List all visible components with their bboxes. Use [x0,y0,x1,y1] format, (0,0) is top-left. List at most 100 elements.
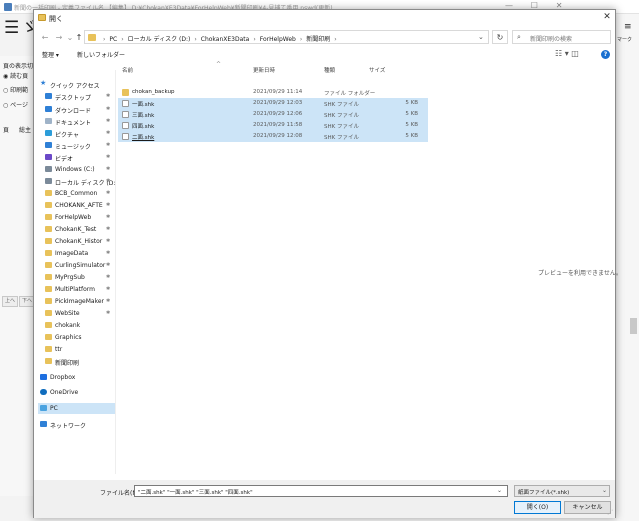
file-date: 2021/09/29 11:14 [253,89,303,95]
file-type: SHK ファイル [324,113,359,119]
nav-item[interactable]: ImageData ✱ [38,248,115,259]
folder-icon [45,238,52,244]
cancel-button[interactable]: キャンセル [564,501,611,514]
bg-label: 頁の表示切 [3,63,34,70]
nav-item[interactable]: ドキュメント ✱ [38,116,115,127]
chevron-down-icon[interactable]: ⌄ [478,33,484,41]
folder-icon [45,202,52,208]
chevron-down-icon[interactable]: ⌄ [602,487,607,494]
nav-item[interactable]: ChokanK_Test ✱ [38,224,115,235]
file-icon [122,122,129,129]
nav-item[interactable]: PickImageMaker ✱ [38,296,115,307]
nav-item[interactable]: ttr [38,344,115,355]
help-icon[interactable]: ? [601,50,610,59]
preview-message: プレビューを利用できません。 [538,270,622,277]
dialog-title: 開く [49,15,63,23]
folder-icon [122,89,129,96]
nav-item[interactable]: MultiPlatform ✱ [38,284,115,295]
toolbar: 整理 ▾ 新しいフォルダー ☷ ▾ ◫ ? [34,48,615,62]
nav-item-label: MultiPlatform [55,286,95,293]
nav-item[interactable]: 新聞印刷 [38,356,115,367]
file-date: 2021/09/29 12:08 [253,133,303,139]
file-type-select[interactable]: 紙面ファイル(*.shk) [514,485,610,497]
refresh-icon[interactable]: ↻ [492,30,508,44]
forward-arrow-icon[interactable]: → [54,32,64,44]
file-row[interactable]: 一面.shk 2021/09/29 12:03 SHK ファイル 5 KB [118,98,428,109]
file-type: SHK ファイル [324,124,359,130]
open-button[interactable]: 開く(O) [514,501,561,514]
nav-item[interactable]: ChokanK_Histor ✱ [38,236,115,247]
column-name[interactable]: 名前 [122,66,133,74]
view-options-icon[interactable]: ☷ ▾ ◫ [555,49,579,58]
nav-item-label: ピクチャ [55,132,79,139]
breadcrumb-forhelpweb[interactable]: ForHelpWeb [260,36,296,43]
pin-icon: ✱ [106,202,111,208]
desktop-icon [45,93,52,99]
search-icon: ⌕ [517,33,521,41]
file-row[interactable]: 三面.shk 2021/09/29 12:06 SHK ファイル 5 KB [118,109,428,120]
resize-grip-icon[interactable]: ⋰ [607,509,613,516]
file-date: 2021/09/29 12:06 [253,111,303,117]
folder-icon [45,274,52,280]
folder-icon [38,14,46,21]
breadcrumb-current-folder[interactable]: 新聞印刷 [306,36,330,43]
hamburger-icon[interactable]: ☰ [4,20,19,37]
nav-item-label: ミュージック [55,144,91,151]
up-button[interactable]: 上へ [2,296,18,307]
nav-item[interactable]: ピクチャ ✱ [38,128,115,139]
nav-item[interactable]: CurlingSimulator ✱ [38,260,115,271]
file-row[interactable]: 二面.shk 2021/09/29 12:08 SHK ファイル 5 KB [118,131,428,142]
nav-item-label: ForHelpWeb [55,214,92,221]
back-arrow-icon[interactable]: ← [40,32,50,44]
chevron-down-icon[interactable]: ⌄ [497,487,502,494]
breadcrumb-pc[interactable]: PC [109,36,117,43]
nav-item[interactable]: ★ クイック アクセス [38,79,115,90]
nav-item[interactable]: BCB_Common ✱ [38,188,115,199]
nav-item[interactable]: CHOKANK_AFTE ✱ [38,200,115,211]
nav-item[interactable]: PC [38,403,115,414]
address-bar[interactable]: › PC › ローカル ディスク (D:) › ChokanXE3Data › ForHelp… [84,30,489,44]
up-arrow-icon[interactable]: ↑ [74,32,84,44]
bg-radio[interactable]: ○ ページ [3,100,28,109]
file-row[interactable]: 四面.shk 2021/09/29 11:58 SHK ファイル 5 KB [118,120,428,131]
nav-item[interactable]: OneDrive [38,387,115,398]
search-input[interactable]: ⌕ 新聞印刷の検索 [512,30,611,44]
pin-icon: ✱ [106,298,111,304]
nav-item[interactable]: デスクトップ ✱ [38,91,115,102]
dialog-footer: ファイル名(N): "二面.shk" "一面.shk" "三面.shk" "四面… [34,480,615,518]
file-date: 2021/09/29 11:58 [253,122,303,128]
breadcrumb-drive-d[interactable]: ローカル ディスク (D:) [128,36,191,43]
nav-item[interactable]: WebSite ✱ [38,308,115,319]
nav-item[interactable]: Dropbox [38,372,115,383]
nav-item[interactable]: Windows (C:) ✱ [38,164,115,175]
scrollbar-thumb[interactable] [630,318,637,334]
folder-icon [45,298,52,304]
menu-icon[interactable]: ≡ [624,22,632,32]
nav-item[interactable]: chokank [38,320,115,331]
app-icon [4,3,12,11]
nav-item[interactable]: ミュージック ✱ [38,140,115,151]
pin-icon: ✱ [106,154,111,160]
nav-item[interactable]: ビデオ ✱ [38,152,115,163]
nav-item[interactable]: MyPrgSub ✱ [38,272,115,283]
bg-radio[interactable]: ○ 印刷範 [3,85,28,94]
organize-button[interactable]: 整理 ▾ [42,50,59,59]
filename-field[interactable]: "二面.shk" "一面.shk" "三面.shk" "四面.shk" [134,485,508,497]
pin-icon: ✱ [106,310,111,316]
column-size[interactable]: サイズ [369,66,385,74]
folder-icon [45,226,52,232]
file-row[interactable]: chokan_backup 2021/09/29 11:14 ファイル フォルダー [118,87,428,98]
nav-item[interactable]: ダウンロード ✱ [38,104,115,115]
column-type[interactable]: 種類 [324,66,335,74]
close-button[interactable]: ✕ [601,12,613,23]
nav-item[interactable]: ForHelpWeb ✱ [38,212,115,223]
dialog-titlebar: 開く ✕ [34,10,615,26]
nav-item[interactable]: ローカル ディスク (D: ✱ [38,176,115,187]
nav-item[interactable]: Graphics [38,332,115,343]
breadcrumb-chokanxe3data[interactable]: ChokanXE3Data [201,36,250,43]
file-size: 5 KB [405,100,418,106]
new-folder-button[interactable]: 新しいフォルダー [77,50,125,59]
bg-radio[interactable]: ◉ 読む頁 [3,71,28,80]
nav-item[interactable]: ネットワーク [38,419,115,430]
column-date[interactable]: 更新日時 [253,66,275,74]
